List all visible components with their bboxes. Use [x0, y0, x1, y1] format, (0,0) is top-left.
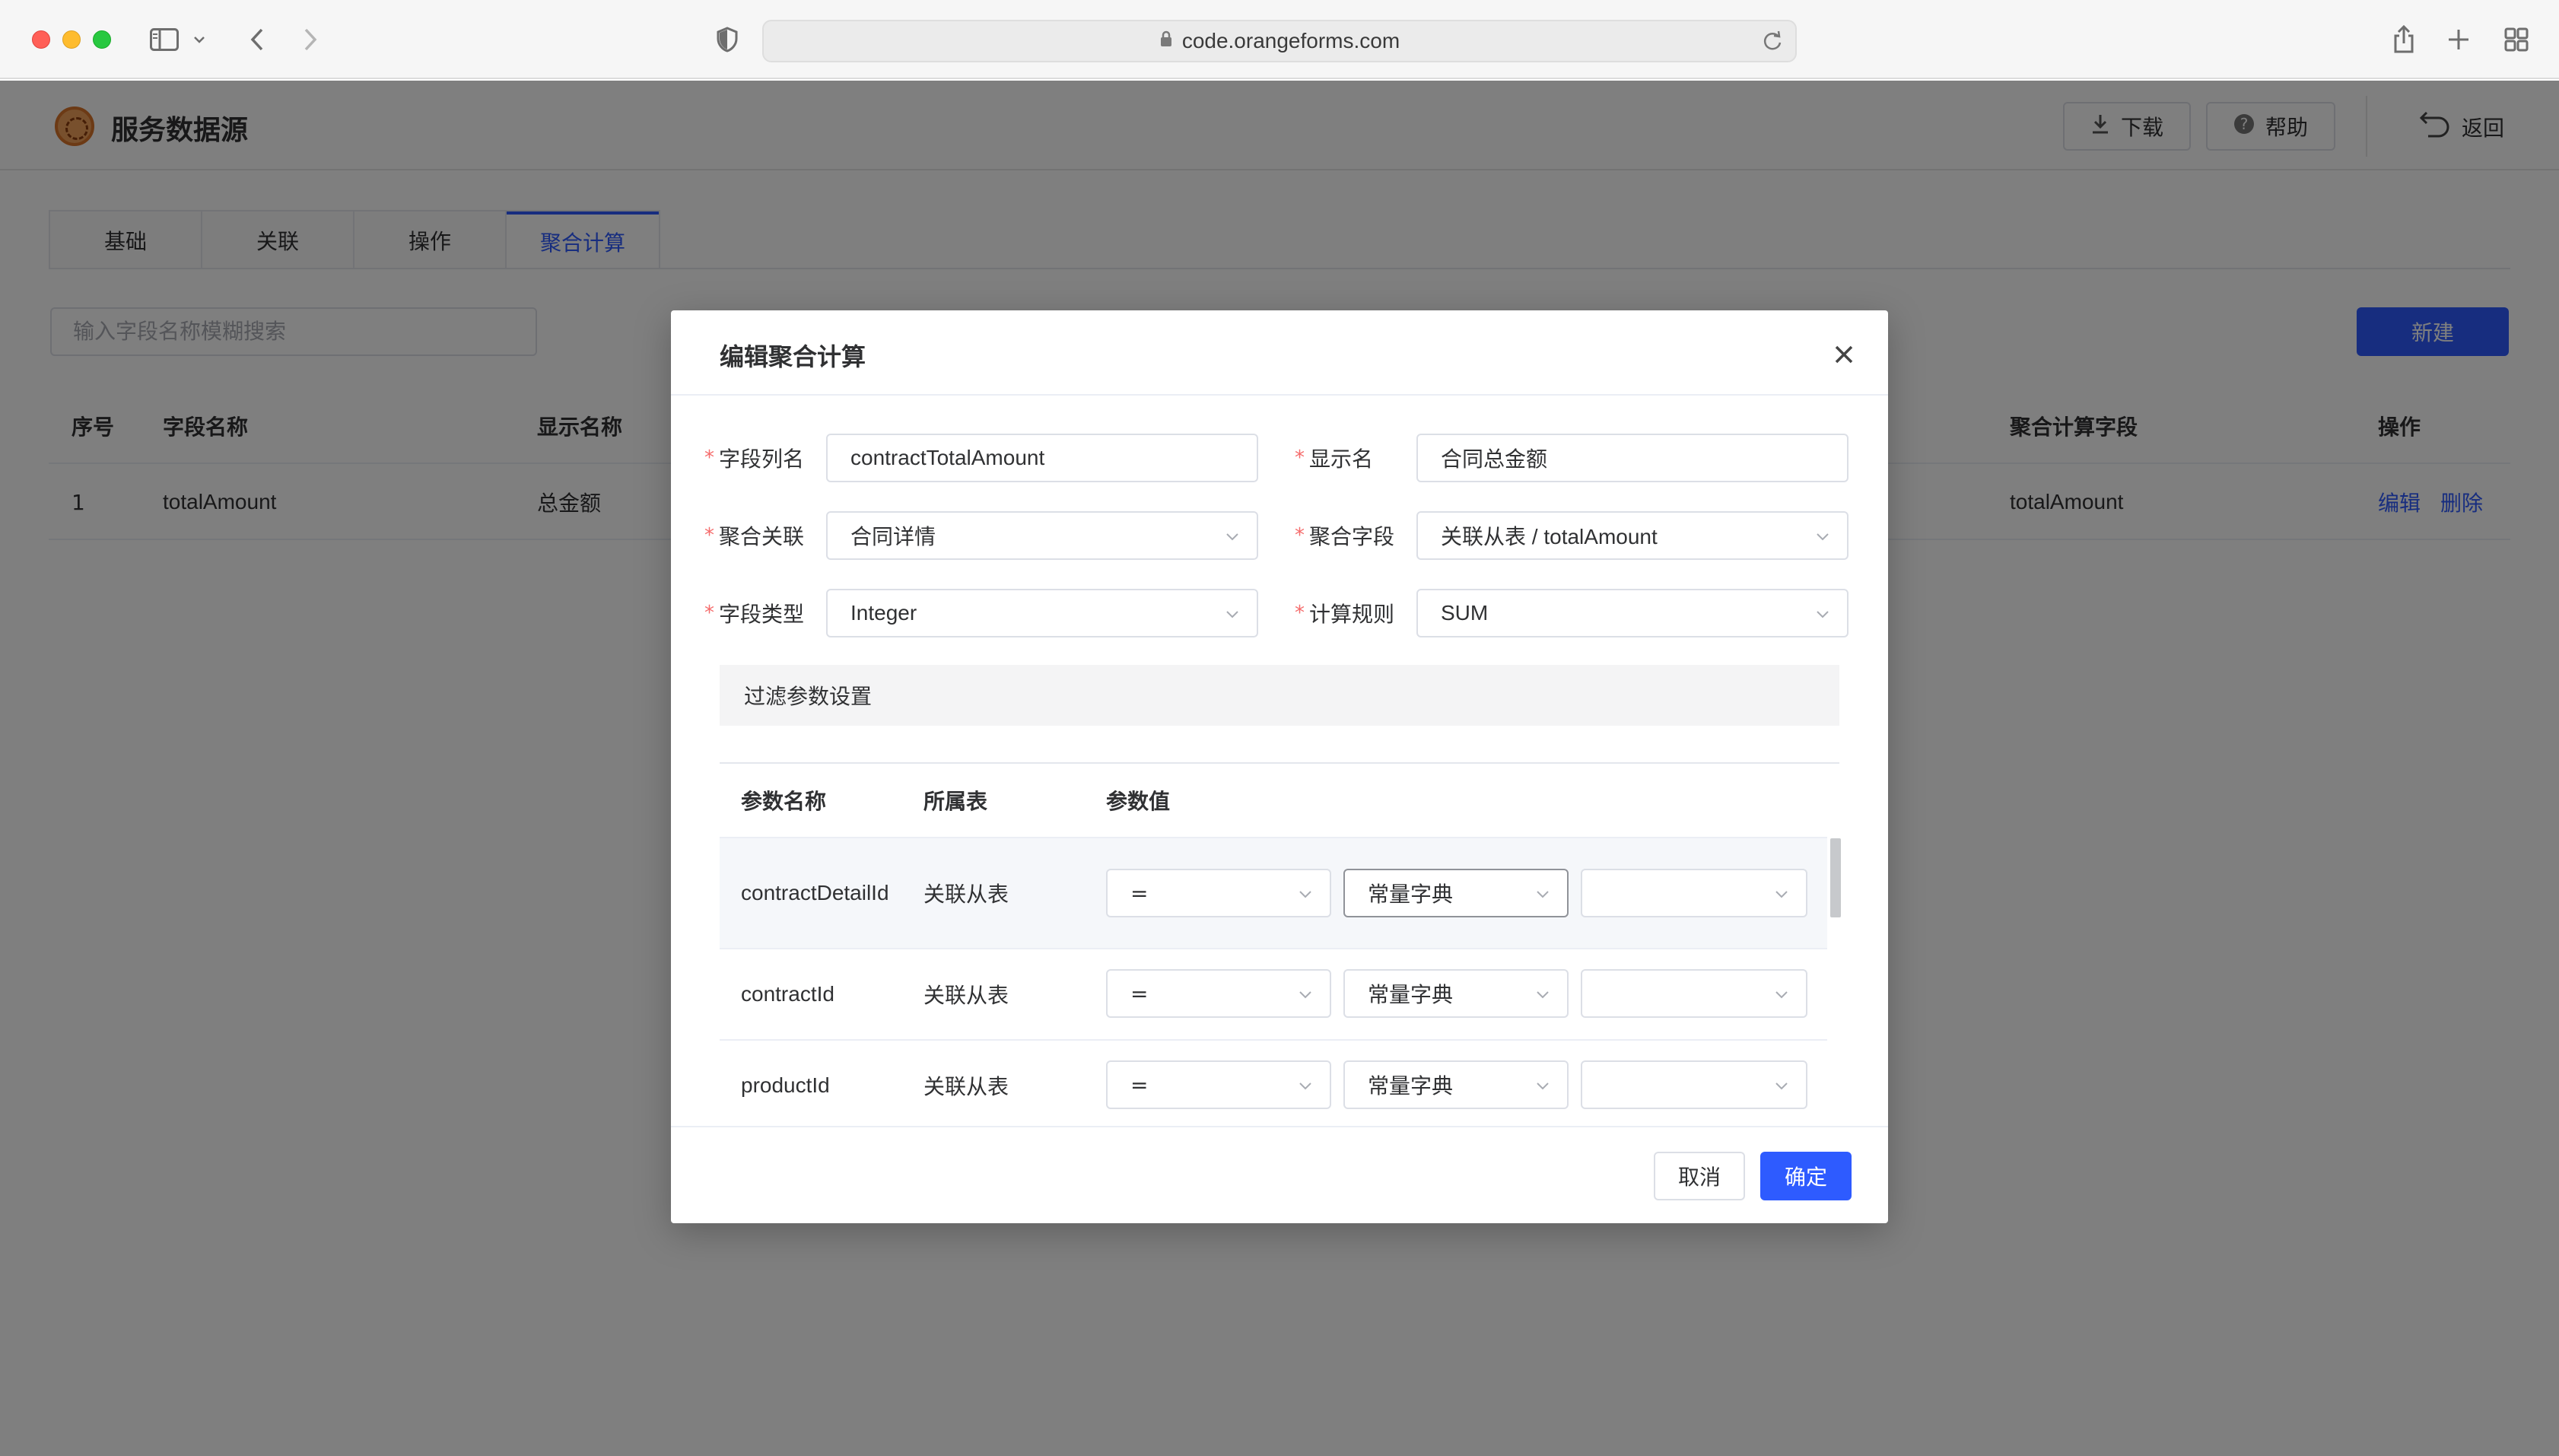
- share-icon[interactable]: [2389, 24, 2419, 55]
- address-bar[interactable]: code.orangeforms.com: [762, 20, 1797, 62]
- chevron-down-icon: [1775, 991, 1788, 999]
- operator-value: =: [1130, 880, 1149, 906]
- agg-field-value: 关联从表 / totalAmount: [1441, 525, 1658, 548]
- new-tab-icon[interactable]: [2443, 24, 2474, 55]
- field-type-item: * 字段类型 Integer: [704, 589, 1258, 637]
- column-name-label: * 字段列名: [704, 447, 805, 472]
- header-param-table: 所属表: [923, 789, 988, 814]
- operator-select[interactable]: =: [1106, 869, 1331, 917]
- value-select[interactable]: [1581, 1060, 1807, 1109]
- chevron-down-icon: [1775, 891, 1788, 898]
- calc-rule-select[interactable]: SUM: [1416, 589, 1849, 637]
- filter-section-title: 过滤参数设置: [720, 665, 1839, 726]
- form-row: * 字段列名 contractTotalAmount * 显示名 合同总金额: [704, 434, 1861, 482]
- source-select[interactable]: 常量字典: [1343, 1060, 1569, 1109]
- back-arrow-icon[interactable]: [242, 24, 272, 55]
- params-header-row: 参数名称 所属表 参数值: [720, 764, 1827, 838]
- agg-relation-select[interactable]: 合同详情: [826, 511, 1258, 560]
- field-type-label: * 字段类型: [704, 602, 805, 627]
- chevron-down-icon: [1299, 1082, 1311, 1090]
- chevron-down-icon: [1537, 891, 1549, 898]
- column-name-input[interactable]: contractTotalAmount: [826, 434, 1258, 482]
- param-name: contractId: [741, 982, 834, 1006]
- table-row: productId 关联从表 = 常量字典: [720, 1041, 1827, 1124]
- chevron-down-icon: [1817, 611, 1829, 618]
- close-icon[interactable]: [1830, 341, 1858, 368]
- close-window-button[interactable]: [32, 30, 50, 49]
- params-scrollbar[interactable]: [1830, 838, 1841, 917]
- chevron-down-icon: [1537, 991, 1549, 999]
- dialog-footer: 取消 确定: [671, 1126, 1888, 1223]
- edit-aggregation-dialog: 编辑聚合计算 * 字段列名 contractTotalAmount * 显示名 合同…: [671, 310, 1888, 1223]
- chevron-down-icon: [1817, 533, 1829, 541]
- sidebar-toggle-icon[interactable]: [149, 24, 180, 55]
- form-row: * 字段类型 Integer * 计算规则 SUM: [704, 589, 1861, 637]
- display-name-item: * 显示名 合同总金额: [1295, 434, 1849, 482]
- chevron-down-icon: [1537, 1082, 1549, 1090]
- params-table: 参数名称 所属表 参数值 contractDetailId 关联从表 = 常量字…: [720, 764, 1827, 1124]
- operator-value: =: [1130, 1072, 1149, 1098]
- browser-toolbar: code.orangeforms.com: [0, 0, 2559, 79]
- param-table: 关联从表: [923, 882, 1009, 907]
- form-row: * 聚合关联 合同详情 * 聚合字段 关联从表 / totalAmount: [704, 511, 1861, 560]
- chevron-down-icon: [1226, 611, 1238, 618]
- operator-select[interactable]: =: [1106, 969, 1331, 1018]
- source-value: 常量字典: [1368, 882, 1454, 907]
- value-select[interactable]: [1581, 969, 1807, 1018]
- agg-relation-value: 合同详情: [850, 525, 936, 548]
- display-name-label: * 显示名: [1295, 447, 1374, 472]
- minimize-window-button[interactable]: [62, 30, 81, 49]
- operator-value: =: [1130, 981, 1149, 1006]
- agg-field-item: * 聚合字段 关联从表 / totalAmount: [1295, 511, 1849, 560]
- chevron-down-icon: [1226, 533, 1238, 541]
- agg-field-select[interactable]: 关联从表 / totalAmount: [1416, 511, 1849, 560]
- reload-icon[interactable]: [1762, 30, 1783, 57]
- table-row: contractDetailId 关联从表 = 常量字典: [720, 838, 1827, 949]
- calc-rule-label: * 计算规则: [1295, 602, 1395, 627]
- tab-overview-icon[interactable]: [2501, 24, 2532, 55]
- value-select[interactable]: [1581, 869, 1807, 917]
- source-select[interactable]: 常量字典: [1343, 869, 1569, 917]
- chevron-down-icon: [1299, 891, 1311, 898]
- source-select[interactable]: 常量字典: [1343, 969, 1569, 1018]
- operator-select[interactable]: =: [1106, 1060, 1331, 1109]
- field-type-select[interactable]: Integer: [826, 589, 1258, 637]
- param-table: 关联从表: [923, 1074, 1009, 1099]
- param-name: productId: [741, 1073, 830, 1097]
- table-row: contractId 关联从表 = 常量字典: [720, 949, 1827, 1041]
- column-name-item: * 字段列名 contractTotalAmount: [704, 434, 1258, 482]
- calc-rule-value: SUM: [1441, 601, 1489, 625]
- lock-icon: [1159, 30, 1173, 52]
- param-name: contractDetailId: [741, 881, 889, 904]
- dialog-title: 编辑聚合计算: [720, 342, 866, 371]
- field-type-value: Integer: [850, 601, 917, 625]
- header-param-value: 参数值: [1106, 789, 1171, 814]
- chevron-down-icon: [1299, 991, 1311, 999]
- confirm-button[interactable]: 确定: [1760, 1152, 1852, 1200]
- param-table: 关联从表: [923, 983, 1009, 1008]
- agg-field-label: * 聚合字段: [1295, 524, 1395, 549]
- source-value: 常量字典: [1368, 982, 1454, 1007]
- agg-relation-label: * 聚合关联: [704, 524, 805, 549]
- dialog-header: 编辑聚合计算: [671, 310, 1888, 396]
- cancel-button[interactable]: 取消: [1654, 1152, 1745, 1200]
- forward-arrow-icon[interactable]: [295, 24, 326, 55]
- shield-icon[interactable]: [712, 24, 742, 55]
- chevron-down-icon[interactable]: [190, 24, 208, 55]
- chevron-down-icon: [1775, 1082, 1788, 1090]
- agg-relation-item: * 聚合关联 合同详情: [704, 511, 1258, 560]
- url-text: code.orangeforms.com: [1181, 29, 1400, 52]
- display-name-input[interactable]: 合同总金额: [1416, 434, 1849, 482]
- header-param-name: 参数名称: [741, 789, 827, 814]
- source-value: 常量字典: [1368, 1073, 1454, 1098]
- maximize-window-button[interactable]: [93, 30, 111, 49]
- calc-rule-item: * 计算规则 SUM: [1295, 589, 1849, 637]
